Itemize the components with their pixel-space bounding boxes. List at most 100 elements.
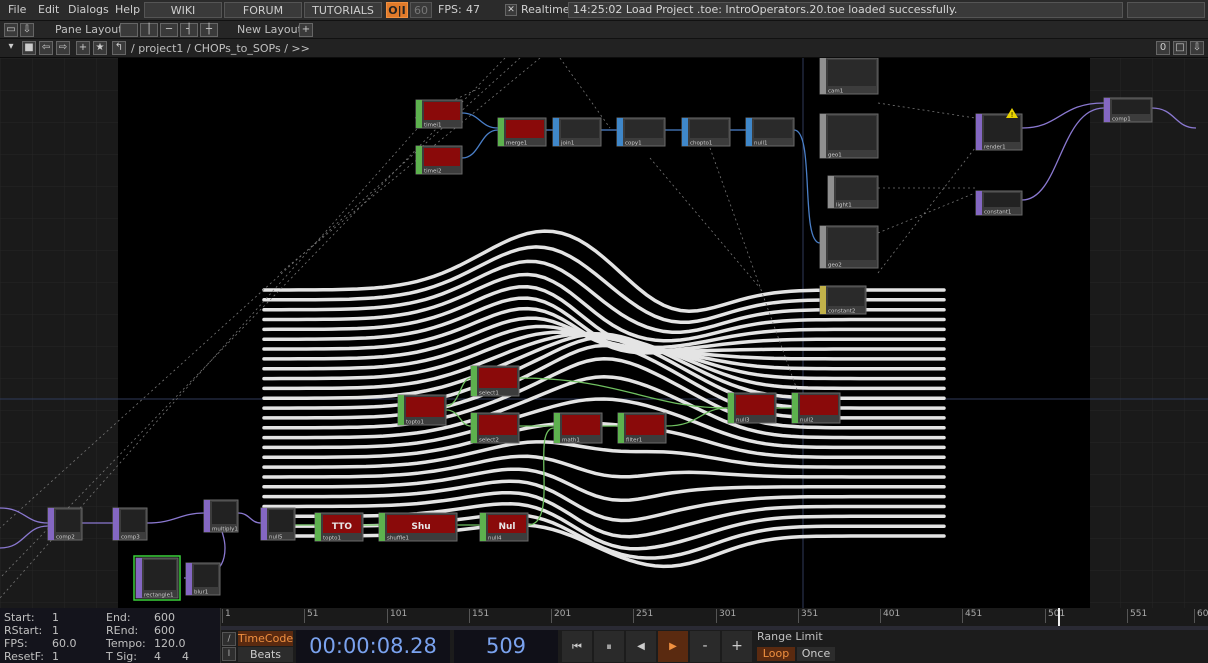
timecode-button[interactable]: TimeCode [238, 631, 293, 646]
operator-name: null2 [800, 418, 814, 424]
operator-copy1[interactable]: copy1 [616, 117, 666, 147]
operator-cam1[interactable]: cam1 [819, 58, 879, 95]
new-layout-button[interactable]: + [299, 23, 313, 37]
layout-three-icon[interactable]: ┤ [180, 23, 198, 37]
operator-null3[interactable]: null3 [727, 392, 777, 424]
operator-name: rectangle1 [144, 593, 173, 599]
parent-icon[interactable]: ↰ [112, 41, 126, 55]
rewind-icon[interactable]: ⏮ [562, 631, 592, 662]
operator-topto2[interactable]: TTO topto1 [314, 512, 364, 542]
operator-chopto1[interactable]: chopto1 [681, 117, 731, 147]
once-button[interactable]: Once [797, 647, 835, 661]
operator-topto1[interactable]: topto1 [397, 394, 447, 426]
layout-split-horizontal-icon[interactable]: ─ [160, 23, 178, 37]
timecode-display[interactable]: 00:00:08.28 [296, 630, 450, 663]
layout-split-vertical-icon[interactable]: │ [140, 23, 158, 37]
wiki-button[interactable]: WIKI [144, 2, 222, 18]
operator-comp3[interactable]: comp3 [112, 507, 148, 541]
operator-null5[interactable]: null5 [260, 507, 296, 541]
zero-button[interactable]: 0 [1156, 41, 1170, 55]
operator-name: copy1 [625, 141, 642, 147]
resetf-value[interactable]: 1 [52, 650, 59, 663]
maximize-icon[interactable]: □ [1173, 41, 1187, 55]
back-icon[interactable]: ⇦ [39, 41, 53, 55]
pane-menu-icon[interactable]: ▾ [4, 41, 18, 55]
new-layout-label: New Layout [237, 23, 302, 36]
operator-constant1[interactable]: constant1 [975, 190, 1023, 216]
play-reverse-icon[interactable]: ◀ [626, 631, 656, 662]
pane-icon[interactable]: ▭ [4, 23, 18, 37]
star-icon[interactable]: ★ [93, 41, 107, 55]
forward-icon[interactable]: ⇨ [56, 41, 70, 55]
end-value[interactable]: 600 [154, 611, 175, 624]
tsig-numerator[interactable]: 4 [154, 650, 161, 663]
operator-name: null1 [754, 141, 768, 147]
forum-button[interactable]: FORUM [224, 2, 302, 18]
step-back-icon[interactable]: - [690, 631, 720, 662]
pause-icon[interactable]: ⏸ [594, 631, 624, 662]
operator-math1[interactable]: math1 [553, 412, 603, 444]
tsig-label: T Sig: [106, 650, 137, 663]
time-ruler[interactable]: 151101151201251301351401451501551600 [221, 608, 1208, 627]
stop-icon[interactable]: ■ [22, 41, 36, 55]
layout-quad-icon[interactable]: ┼ [200, 23, 218, 37]
operator-light1[interactable]: light1 [827, 175, 879, 209]
menu-file[interactable]: File [8, 3, 26, 16]
timecode-mode-icon[interactable]: / [222, 632, 236, 646]
menu-edit[interactable]: Edit [38, 3, 59, 16]
menu-help[interactable]: Help [115, 3, 140, 16]
tsig-denominator[interactable]: 4 [182, 650, 189, 663]
operator-multiply1[interactable]: multiply1 [203, 499, 239, 533]
fps-limit-button[interactable]: 60 [410, 2, 432, 18]
rstart-value[interactable]: 1 [52, 624, 59, 637]
operator-null4[interactable]: Nul null4 [479, 512, 529, 542]
operator-timeslice1[interactable]: timei1 [415, 99, 463, 129]
realtime-checkbox[interactable]: ✕ [505, 4, 517, 16]
operator-comp1[interactable]: comp1 [1103, 97, 1153, 123]
operator-shuffle1[interactable]: Shushuffle1 [378, 512, 458, 542]
operator-label: Nul [498, 522, 515, 532]
operator-constant2[interactable]: constant2 [819, 285, 867, 315]
operator-name: render1 [984, 145, 1006, 151]
operator-name: join1 [560, 141, 574, 147]
operator-timeslice2[interactable]: timei2 [415, 145, 463, 175]
operator-render1[interactable]: render1 [975, 113, 1023, 151]
add-icon[interactable]: + [76, 41, 90, 55]
operator-geo2[interactable]: geo2 [819, 225, 879, 269]
layout-single-icon[interactable] [120, 23, 138, 37]
status-extra-field [1127, 2, 1205, 18]
operator-name: comp2 [56, 535, 75, 541]
operator-null2[interactable]: null2 [791, 392, 841, 424]
operator-blur1[interactable]: blur1 [185, 562, 221, 596]
tempo-value[interactable]: 120.0 [154, 637, 186, 650]
frame-display[interactable]: 509 [454, 630, 558, 663]
beats-mode-icon[interactable]: I [222, 647, 236, 661]
operator-select2[interactable]: select2 [470, 412, 520, 444]
operator-name: constant2 [828, 309, 855, 315]
operator-null1[interactable]: null1 [745, 117, 795, 147]
network-editor[interactable]: timei1 timei2 merge1 join1 copy1 chopto1 null1… [0, 58, 1208, 608]
operator-filter1[interactable]: filter1 [617, 412, 667, 444]
menu-dialogs[interactable]: Dialogs [68, 3, 109, 16]
playhead[interactable] [1058, 608, 1060, 626]
operator-merge1[interactable]: merge1 [497, 117, 547, 147]
operator-rectangle1[interactable]: rectangle1 [135, 557, 179, 599]
tutorials-button[interactable]: TUTORIALS [304, 2, 382, 18]
download-icon[interactable]: ⇩ [20, 23, 34, 37]
operator-select1[interactable]: select1 [470, 365, 520, 397]
rend-value[interactable]: 600 [154, 624, 175, 637]
beats-button[interactable]: Beats [238, 647, 293, 662]
perform-mode-button[interactable]: O|I [386, 2, 408, 18]
ruler-tick: 301 [716, 609, 736, 623]
loop-button[interactable]: Loop [757, 647, 795, 661]
play-forward-icon[interactable]: ▶ [658, 631, 688, 662]
operator-comp2[interactable]: comp2 [47, 507, 83, 541]
operator-geo1[interactable]: geo1 [819, 113, 879, 159]
pin-icon[interactable]: ⇩ [1190, 41, 1204, 55]
operator-join1[interactable]: join1 [552, 117, 602, 147]
start-value[interactable]: 1 [52, 611, 59, 624]
network-path[interactable]: / project1 / CHOPs_to_SOPs / >> [131, 42, 310, 55]
step-forward-icon[interactable]: + [722, 631, 752, 662]
fps-setting-value[interactable]: 60.0 [52, 637, 77, 650]
fps-setting-label: FPS: [4, 637, 28, 650]
